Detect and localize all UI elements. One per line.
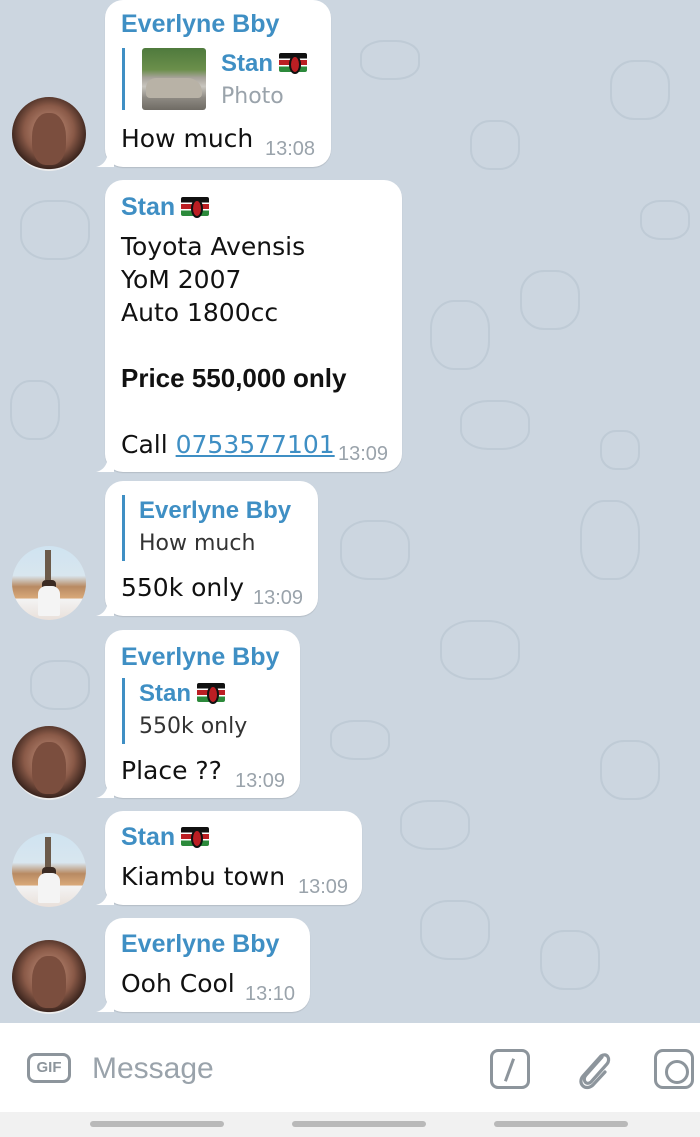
slash-command-icon[interactable] (490, 1049, 530, 1089)
kenya-flag-icon (181, 827, 210, 848)
message-line: Auto 1800cc (121, 298, 279, 327)
reply-text: Photo (221, 84, 284, 109)
price-line: Price 550,000 only (121, 363, 347, 393)
message-bubble[interactable]: Everlyne Bby Stan Photo How much 13:08 (105, 0, 331, 167)
sender-name: Everlyne Bby (121, 930, 280, 958)
message-composer: GIF (0, 1023, 700, 1112)
avatar[interactable] (12, 726, 86, 800)
avatar[interactable] (12, 833, 86, 907)
avatar[interactable] (12, 546, 86, 620)
message-text: Kiambu town (121, 862, 286, 891)
message-text: How much (121, 124, 254, 153)
sender-name: Stan (121, 823, 210, 852)
reply-text: How much (139, 531, 256, 556)
reply-text: 550k only (139, 714, 248, 739)
reply-preview[interactable]: Stan Photo (122, 48, 308, 110)
message-time: 13:09 (235, 770, 286, 792)
message-bubble[interactable]: Everlyne Bby Stan 550k only Place ?? 13:… (105, 630, 300, 798)
system-navigation-bar (0, 1112, 700, 1137)
photo-thumbnail[interactable] (142, 48, 206, 110)
message-line: Toyota Avensis (121, 232, 306, 261)
message-line: YoM 2007 (121, 265, 242, 294)
reply-sender-name: Stan (139, 678, 247, 710)
message-bubble[interactable]: Stan Kiambu town 13:09 (105, 811, 362, 905)
sender-name: Stan (121, 193, 210, 222)
gif-button[interactable]: GIF (27, 1053, 71, 1083)
message-list[interactable]: Everlyne Bby Stan Photo How much 13:08 S… (0, 0, 700, 1023)
reply-sender-name: Stan (221, 48, 308, 80)
reply-preview[interactable]: Everlyne Bby How much (122, 495, 291, 561)
avatar[interactable] (12, 940, 86, 1014)
message-bubble[interactable]: Everlyne Bby Ooh Cool 13:10 (105, 918, 310, 1012)
camera-icon[interactable] (654, 1049, 694, 1089)
avatar[interactable] (12, 97, 86, 171)
message-time: 13:09 (298, 876, 349, 898)
message-text: Place ?? (121, 756, 222, 785)
message-bubble[interactable]: Stan Toyota Avensis YoM 2007 Auto 1800cc… (105, 180, 402, 472)
nav-handle[interactable] (494, 1121, 628, 1127)
message-time: 13:10 (245, 983, 296, 1005)
paperclip-icon[interactable] (574, 1045, 614, 1093)
call-label: Call (121, 430, 168, 459)
sender-name: Everlyne Bby (121, 643, 280, 671)
phone-number-link[interactable]: 0753577101 (176, 430, 335, 459)
message-input[interactable] (92, 1047, 472, 1091)
kenya-flag-icon (181, 197, 210, 218)
call-line: Call 0753577101 (121, 428, 335, 461)
kenya-flag-icon (279, 53, 308, 74)
message-text: Ooh Cool (121, 969, 235, 998)
reply-preview[interactable]: Stan 550k only (122, 678, 247, 744)
message-time: 13:08 (265, 138, 316, 160)
kenya-flag-icon (197, 683, 226, 704)
sender-name: Everlyne Bby (121, 10, 280, 38)
nav-handle[interactable] (292, 1121, 426, 1127)
reply-sender-name: Everlyne Bby (139, 497, 292, 524)
message-text: 550k only (121, 573, 245, 602)
message-time: 13:09 (338, 443, 389, 465)
message-time: 13:09 (253, 587, 304, 609)
message-bubble[interactable]: Everlyne Bby How much 550k only 13:09 (105, 481, 318, 616)
nav-handle[interactable] (90, 1121, 224, 1127)
